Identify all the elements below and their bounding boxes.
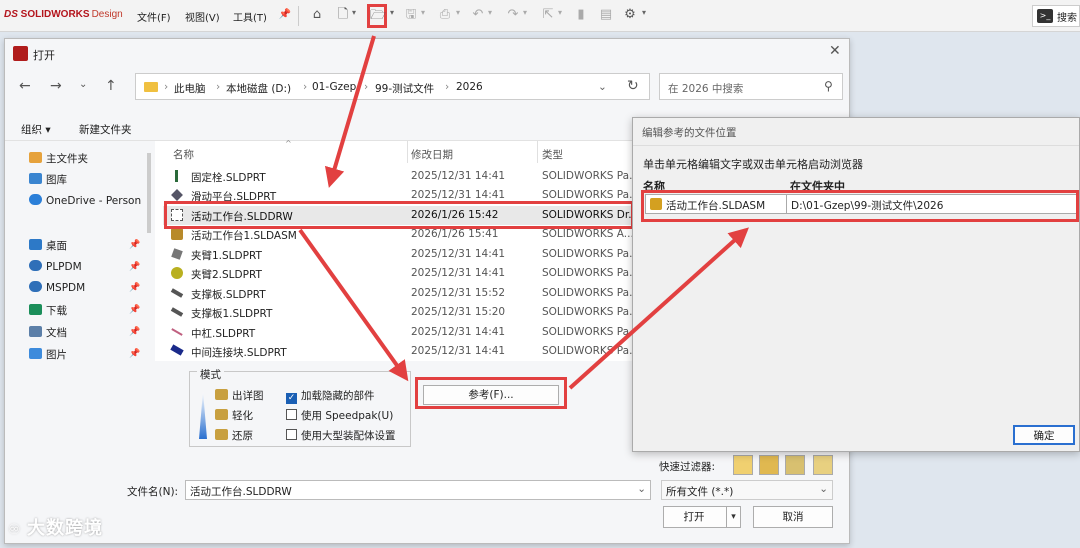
watermark-logo-icon: ♾: [8, 522, 28, 538]
arrow-file-to-references: [298, 228, 409, 382]
arrow-references-to-dialog: [568, 227, 749, 390]
watermark-text: 大数跨境: [27, 518, 104, 539]
watermark: ♾ 大数跨境: [8, 514, 103, 540]
annotation-arrows: [298, 35, 749, 390]
arrow-open-to-file: [324, 35, 376, 188]
